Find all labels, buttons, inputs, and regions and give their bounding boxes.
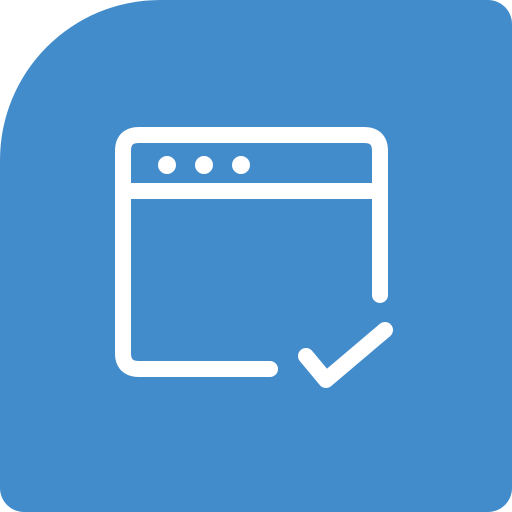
tile-background	[0, 0, 512, 512]
browser-window-checkmark-icon	[0, 0, 512, 512]
window-dot-icon	[158, 156, 176, 174]
window-dot-icon	[232, 156, 250, 174]
window-dot-icon	[195, 156, 213, 174]
app-icon-tile	[0, 0, 512, 512]
